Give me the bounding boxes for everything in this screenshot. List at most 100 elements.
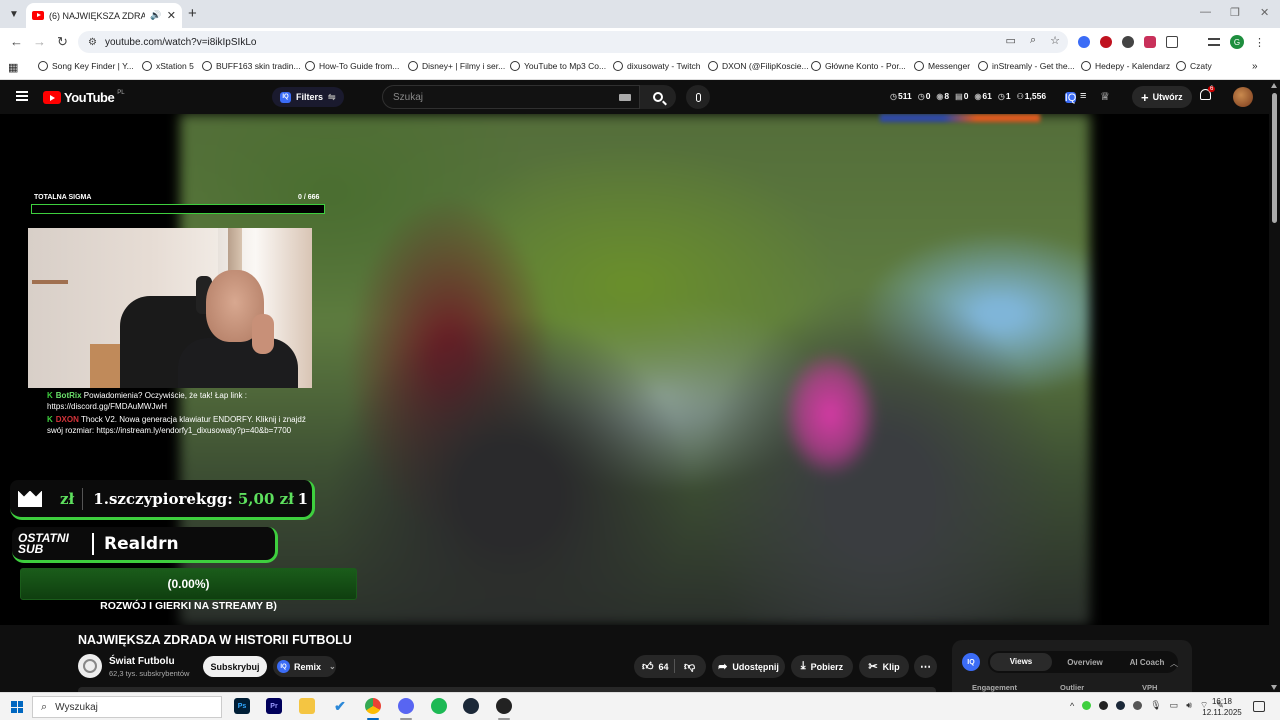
- channel-name[interactable]: Świat Futbolu: [109, 656, 175, 667]
- new-tab-icon[interactable]: +: [188, 5, 197, 22]
- notification-badge: 6: [1208, 86, 1216, 92]
- more-actions-button[interactable]: ⋯: [914, 655, 937, 678]
- tab-close-icon[interactable]: ✕: [167, 9, 176, 22]
- trophy-icon[interactable]: ♕: [1100, 90, 1110, 103]
- search-box[interactable]: [382, 85, 640, 109]
- reading-list-icon[interactable]: [1208, 38, 1220, 46]
- bookmark-item[interactable]: How-To Guide from...: [305, 61, 399, 71]
- bookmark-item[interactable]: inStreamly - Get the...: [978, 61, 1075, 71]
- more-bookmarks-icon[interactable]: »: [1252, 61, 1258, 72]
- notifications-button[interactable]: 6: [1200, 86, 1216, 103]
- page-scrollbar[interactable]: [1269, 81, 1280, 692]
- browser-tab-youtube[interactable]: (6) NAJWIĘKSZA ZDRADA W 🔊 ✕: [26, 3, 182, 28]
- file-explorer-icon[interactable]: [299, 698, 315, 714]
- voice-search-button[interactable]: [686, 85, 710, 109]
- menu-icon[interactable]: [16, 91, 28, 101]
- premiere-pro-icon[interactable]: Pr: [266, 698, 282, 714]
- steam-icon[interactable]: [463, 698, 479, 714]
- bookmark-item[interactable]: Song Key Finder | Y...: [38, 61, 134, 71]
- share-button[interactable]: ➦ Udostępnij: [712, 655, 785, 678]
- vidiq-extension-icon[interactable]: [1078, 36, 1090, 48]
- tab-views[interactable]: Views: [990, 653, 1052, 671]
- tab-ai-coach[interactable]: AI Coach: [1116, 658, 1178, 667]
- video-player[interactable]: TOTALNA SIGMA 0 / 666 K BotRix Powiadomie…: [0, 114, 1269, 625]
- subscribe-button[interactable]: Subskrybuj: [203, 656, 267, 677]
- photoshop-icon[interactable]: Ps: [234, 698, 250, 714]
- tray-app-icon[interactable]: [1133, 701, 1143, 710]
- webcam-person-hand: [252, 314, 274, 354]
- vidiq-icon: IQ: [280, 91, 291, 103]
- restore-window-icon[interactable]: ❐: [1230, 6, 1240, 19]
- account-avatar[interactable]: [1233, 87, 1253, 107]
- vidiq-icon: IQ: [277, 660, 290, 673]
- vidiq-icon[interactable]: IQ: [962, 653, 980, 671]
- taskbar-clock[interactable]: 16:18 12.11.2025: [1200, 696, 1244, 718]
- todo-icon[interactable]: ✔: [332, 698, 348, 714]
- search-input[interactable]: [393, 91, 593, 103]
- list-icon[interactable]: ≡: [1080, 90, 1086, 102]
- notification-center-icon[interactable]: [1253, 701, 1265, 712]
- tray-app-icon[interactable]: [1082, 701, 1092, 710]
- bookmark-item[interactable]: Główne Konto - Por...: [811, 61, 906, 71]
- video-frame[interactable]: [180, 114, 1090, 625]
- microphone-tray-icon[interactable]: 🎙︎: [1150, 700, 1161, 711]
- bookmark-item[interactable]: DXON (@FilipKoscie...: [708, 61, 809, 71]
- browser-menu-icon[interactable]: ⋮: [1254, 36, 1265, 49]
- chrome-icon[interactable]: [365, 698, 381, 714]
- bookmark-item[interactable]: Disney+ | Filmy i ser...: [408, 61, 505, 71]
- channel-avatar[interactable]: [78, 654, 102, 678]
- search-icon: [653, 92, 663, 102]
- dislike-button[interactable]: 👎︎: [684, 660, 695, 673]
- search-button[interactable]: [640, 85, 676, 109]
- shield-extension-icon[interactable]: [1144, 36, 1156, 48]
- download-button[interactable]: ⤓ Pobierz: [791, 655, 853, 678]
- reload-icon[interactable]: ↻: [57, 34, 68, 50]
- windows-start-icon[interactable]: [11, 701, 23, 713]
- youtube-logo[interactable]: YouTube PL: [43, 90, 125, 105]
- like-button[interactable]: 👍︎ 64: [642, 660, 669, 673]
- battery-icon[interactable]: ▭: [1170, 700, 1179, 711]
- apps-grid-icon[interactable]: ▦: [8, 61, 18, 74]
- vidiq-icon[interactable]: IQ: [1065, 92, 1077, 104]
- bookmark-item[interactable]: xStation 5: [142, 61, 194, 71]
- create-button[interactable]: + Utwórz: [1132, 86, 1192, 108]
- close-window-icon[interactable]: ✕: [1260, 6, 1269, 19]
- bookmark-item[interactable]: YouTube to Mp3 Co...: [510, 61, 606, 71]
- audio-playing-icon[interactable]: 🔊: [150, 10, 161, 21]
- taskbar-search[interactable]: ⌕ Wyszukaj: [32, 696, 222, 718]
- bookmark-item[interactable]: Messenger: [914, 61, 970, 71]
- bookmark-item[interactable]: BUFF163 skin tradin...: [202, 61, 301, 71]
- tab-search-dropdown-icon[interactable]: ▼: [6, 6, 22, 22]
- scrollbar-thumb[interactable]: [1272, 93, 1277, 223]
- collapse-chevron-icon[interactable]: ︿: [1170, 658, 1178, 669]
- obs-icon[interactable]: [496, 698, 512, 714]
- bookmark-item[interactable]: Czaty: [1176, 61, 1212, 71]
- adblock-extension-icon[interactable]: [1100, 36, 1112, 48]
- spotify-icon[interactable]: [431, 698, 447, 714]
- steam-tray-icon[interactable]: [1116, 701, 1126, 710]
- discord-icon[interactable]: [398, 698, 414, 714]
- filters-button[interactable]: IQ Filters ⇋: [272, 87, 344, 107]
- minimize-window-icon[interactable]: —: [1200, 6, 1211, 18]
- extensions-puzzle-icon[interactable]: [1166, 36, 1178, 48]
- address-bar[interactable]: ⚙ youtube.com/watch?v=i8ikIpSIkLo ▭ ⌕ ☆: [78, 31, 1068, 53]
- bookmark-item[interactable]: Hedepy - Kalendarz: [1081, 61, 1170, 71]
- cast-icon[interactable]: ▭: [1006, 34, 1016, 47]
- back-arrow-icon[interactable]: ←: [10, 34, 23, 49]
- tab-overview[interactable]: Overview: [1054, 658, 1116, 667]
- scroll-down-icon[interactable]: [1271, 685, 1277, 690]
- remix-button[interactable]: IQ Remix ⌄: [273, 656, 336, 677]
- zoom-icon[interactable]: ⌕: [1030, 34, 1036, 47]
- bookmark-star-icon[interactable]: ☆: [1050, 34, 1060, 47]
- clip-button[interactable]: ✂ Klip: [859, 655, 909, 678]
- scroll-up-icon[interactable]: [1271, 83, 1277, 88]
- forward-arrow-icon[interactable]: →: [33, 34, 46, 49]
- show-hidden-icons[interactable]: ^: [1070, 701, 1074, 711]
- extension-icon[interactable]: [1122, 36, 1134, 48]
- bookmark-item[interactable]: dixusowaty - Twitch: [613, 61, 701, 71]
- site-info-icon[interactable]: ⚙: [88, 37, 97, 48]
- volume-icon[interactable]: 🔊︎: [1186, 700, 1192, 711]
- keyboard-icon[interactable]: [619, 94, 631, 101]
- tray-app-icon[interactable]: [1099, 701, 1109, 710]
- profile-avatar[interactable]: G: [1230, 35, 1244, 49]
